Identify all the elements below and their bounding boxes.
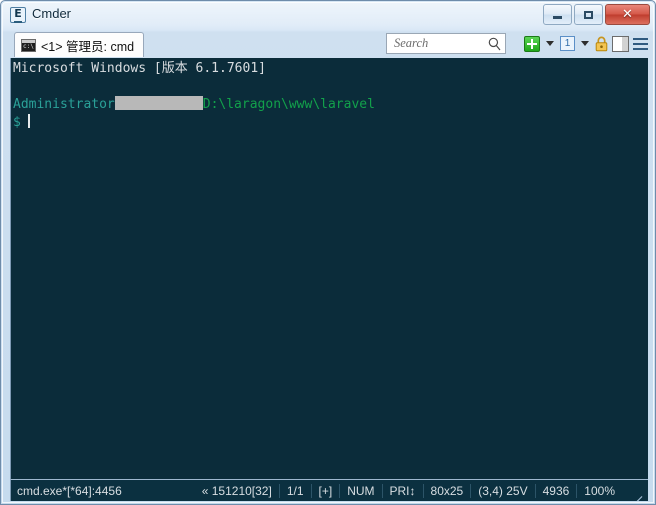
terminal-line-prompt: Administrator D:\laragon\www\laravel (13, 96, 648, 114)
maximize-button[interactable] (574, 4, 603, 25)
prompt-path: D:\laragon\www\laravel (202, 97, 375, 112)
text-cursor (27, 114, 30, 128)
new-console-button[interactable] (524, 34, 540, 54)
title-bar[interactable]: Cmder ✕ (2, 2, 654, 29)
active-console-button[interactable]: 1 (560, 34, 575, 54)
status-num-lock[interactable]: NUM (339, 483, 381, 498)
status-bar: cmd.exe*[*64]:4456 « 151210[32] 1/1 [+] … (10, 479, 648, 501)
status-memory[interactable]: 4936 (534, 483, 577, 498)
search-box[interactable] (386, 33, 506, 54)
status-zoom[interactable]: 100% (576, 483, 622, 498)
prompt-user: Administrator (13, 97, 115, 112)
status-cursor-position[interactable]: (3,4) 25V (470, 483, 534, 498)
split-pane-button[interactable] (612, 34, 629, 54)
chevron-down-icon (546, 41, 554, 46)
status-console-count[interactable]: 1/1 (278, 483, 311, 498)
lock-icon (595, 36, 608, 52)
status-buffer-size[interactable]: 80x25 (422, 483, 471, 498)
terminal-line-input[interactable]: $ (13, 114, 648, 132)
window-frame-inner: Cmder ✕ <1> 管理员: cmd (2, 2, 654, 503)
close-icon: ✕ (622, 7, 633, 22)
maximize-icon (584, 10, 593, 19)
cmder-monitor-icon (10, 7, 26, 23)
hamburger-menu-icon (633, 37, 648, 50)
search-icon[interactable] (488, 37, 501, 51)
close-button[interactable]: ✕ (605, 4, 650, 25)
tab-console-1[interactable]: <1> 管理员: cmd (14, 32, 145, 57)
status-cells: « 151210[32] 1/1 [+] NUM PRI↕ 80x25 (3,4… (195, 483, 643, 501)
new-console-dropdown[interactable] (544, 34, 556, 54)
window-controls: ✕ (543, 4, 650, 25)
search-input[interactable] (392, 35, 484, 52)
status-build[interactable]: « 151210[32] (195, 484, 279, 498)
redaction-block (114, 96, 203, 110)
console-icon (21, 38, 36, 52)
split-pane-icon (612, 35, 629, 52)
tab-label: <1> 管理员: cmd (41, 39, 135, 54)
status-priority[interactable]: PRI↕ (381, 483, 423, 498)
prompt-symbol: $ (13, 115, 21, 130)
status-process[interactable]: cmd.exe*[*64]:4456 (17, 484, 122, 498)
admin-lock-button[interactable] (595, 34, 608, 54)
status-insert-mode[interactable]: [+] (310, 483, 340, 498)
terminal-output[interactable]: Microsoft Windows [版本 6.1.7601] Administ… (10, 58, 648, 479)
cmder-window: Cmder ✕ <1> 管理员: cmd (0, 0, 656, 505)
active-console-dropdown[interactable] (579, 34, 591, 54)
tab-bar: <1> 管理员: cmd 1 (2, 29, 654, 58)
resize-grip-icon[interactable] (628, 484, 643, 501)
minimize-icon (553, 15, 562, 19)
console-number-icon: 1 (560, 36, 575, 51)
toolbar: 1 (524, 32, 648, 55)
terminal-line-version: Microsoft Windows [版本 6.1.7601] (13, 61, 266, 76)
chevron-down-icon (581, 41, 589, 46)
green-plus-icon (524, 35, 540, 52)
minimize-button[interactable] (543, 4, 572, 25)
window-title: Cmder (32, 6, 72, 21)
main-menu-button[interactable] (633, 34, 648, 54)
